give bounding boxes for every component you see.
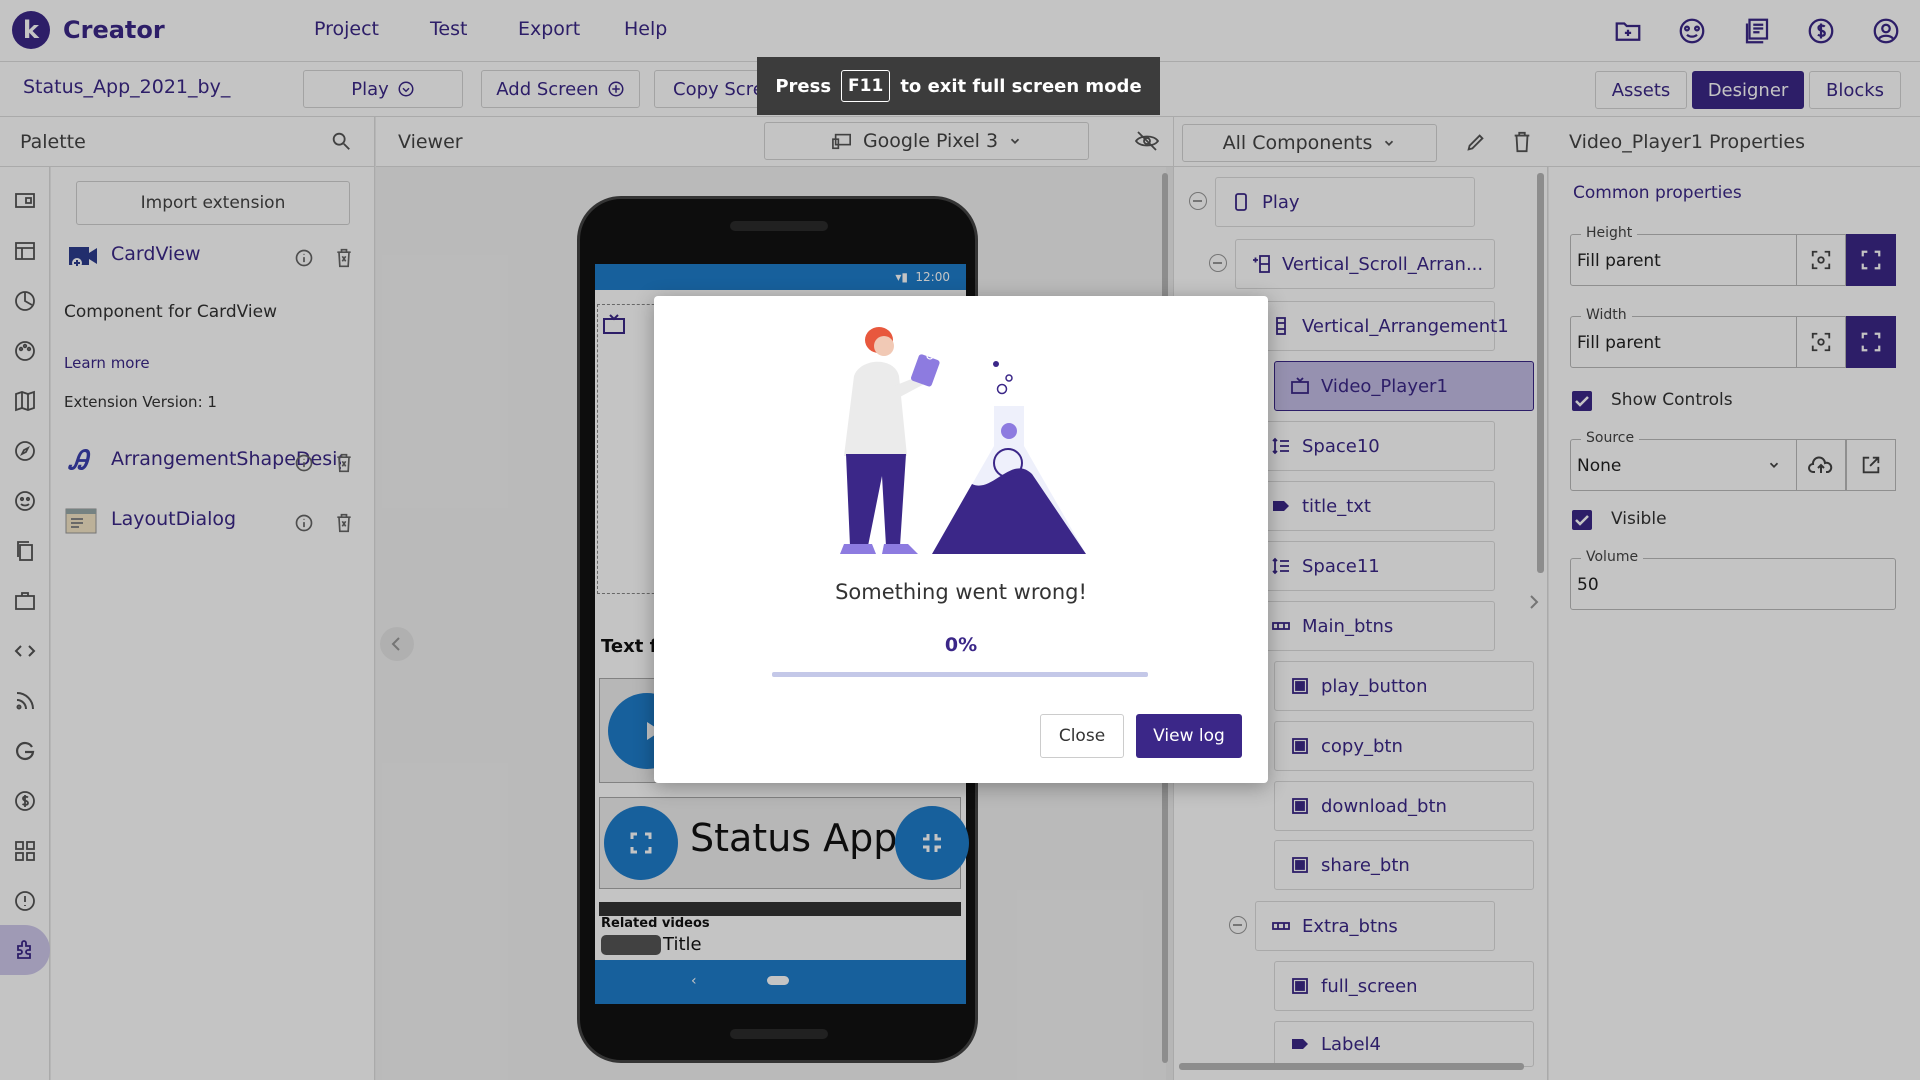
toast-key: F11: [841, 70, 891, 102]
progress-bar: [772, 672, 1148, 677]
error-dialog: Something went wrong! 0% Close View log: [654, 296, 1268, 783]
view-log-button[interactable]: View log: [1136, 714, 1242, 758]
toast-text-after: to exit full screen mode: [900, 75, 1142, 97]
progress-percent: 0%: [944, 634, 978, 656]
fullscreen-toast: Press F11 to exit full screen mode: [757, 57, 1160, 115]
toast-text-before: Press: [775, 75, 832, 97]
error-illustration: [804, 316, 1104, 571]
error-message: Something went wrong!: [835, 580, 1087, 604]
close-button[interactable]: Close: [1040, 714, 1124, 758]
